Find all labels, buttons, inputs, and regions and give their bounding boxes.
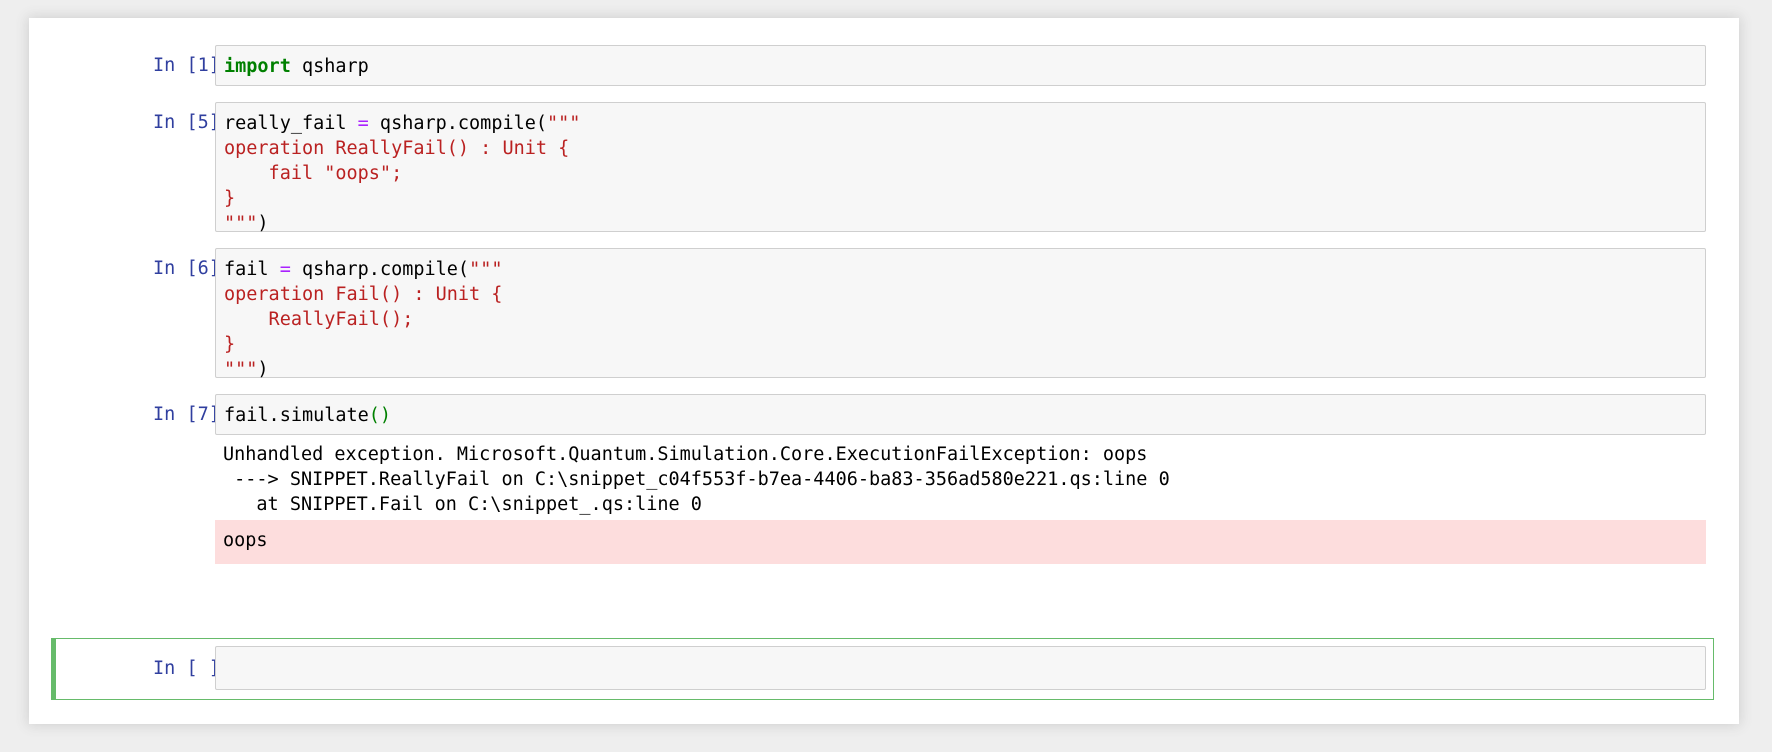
exception-line-2: ---> SNIPPET.ReallyFail on C:\snippet_c0… (223, 469, 1170, 490)
stderr-text: oops (223, 530, 268, 551)
code-input-area[interactable]: fail.simulate() (215, 394, 1706, 435)
code-text: fail (224, 259, 280, 280)
code-cell-1[interactable]: In [1]: import qsharp (29, 45, 1739, 86)
exception-line-3: at SNIPPET.Fail on C:\snippet_.qs:line 0 (223, 494, 702, 515)
empty-code-input[interactable] (215, 646, 1706, 690)
code-text: qsharp.compile( (290, 259, 470, 280)
input-prompt: In [1]: (153, 55, 231, 76)
call-parens: () (368, 405, 392, 426)
code-text: fail.simulate (224, 405, 369, 426)
input-prompt: In [5]: (153, 112, 231, 133)
stderr-output: oops (215, 520, 1706, 564)
input-prompt: In [7]: (153, 404, 231, 425)
code-cell-2[interactable]: In [5]: really_fail = qsharp.compile("""… (29, 102, 1739, 234)
code-input-area[interactable]: really_fail = qsharp.compile(""" operati… (215, 102, 1706, 234)
code-text: qsharp.compile( (368, 113, 548, 134)
input-prompt: In [6]: (153, 258, 231, 279)
code-cell-5[interactable]: In [ ]: (29, 646, 1739, 690)
notebook-container: In [1]: import qsharp In [5]: really_fai… (29, 18, 1739, 724)
output-area: Unhandled exception. Microsoft.Quantum.S… (29, 442, 1739, 524)
assign-operator: = (279, 259, 291, 280)
code-text: ) (257, 213, 269, 234)
exception-line-1: Unhandled exception. Microsoft.Quantum.S… (223, 444, 1148, 465)
code-input-area[interactable]: fail = qsharp.compile(""" operation Fail… (215, 248, 1706, 380)
code-text: ) (257, 359, 269, 380)
code-text: qsharp (290, 56, 369, 77)
assign-operator: = (357, 113, 369, 134)
code-text: really_fail (224, 113, 358, 134)
input-prompt: In [ ]: (153, 658, 231, 679)
code-cell-3[interactable]: In [6]: fail = qsharp.compile(""" operat… (29, 248, 1739, 380)
code-input-area[interactable]: import qsharp (215, 45, 1706, 86)
code-cell-4[interactable]: In [7]: fail.simulate() (29, 394, 1739, 435)
keyword-import: import (224, 56, 291, 77)
